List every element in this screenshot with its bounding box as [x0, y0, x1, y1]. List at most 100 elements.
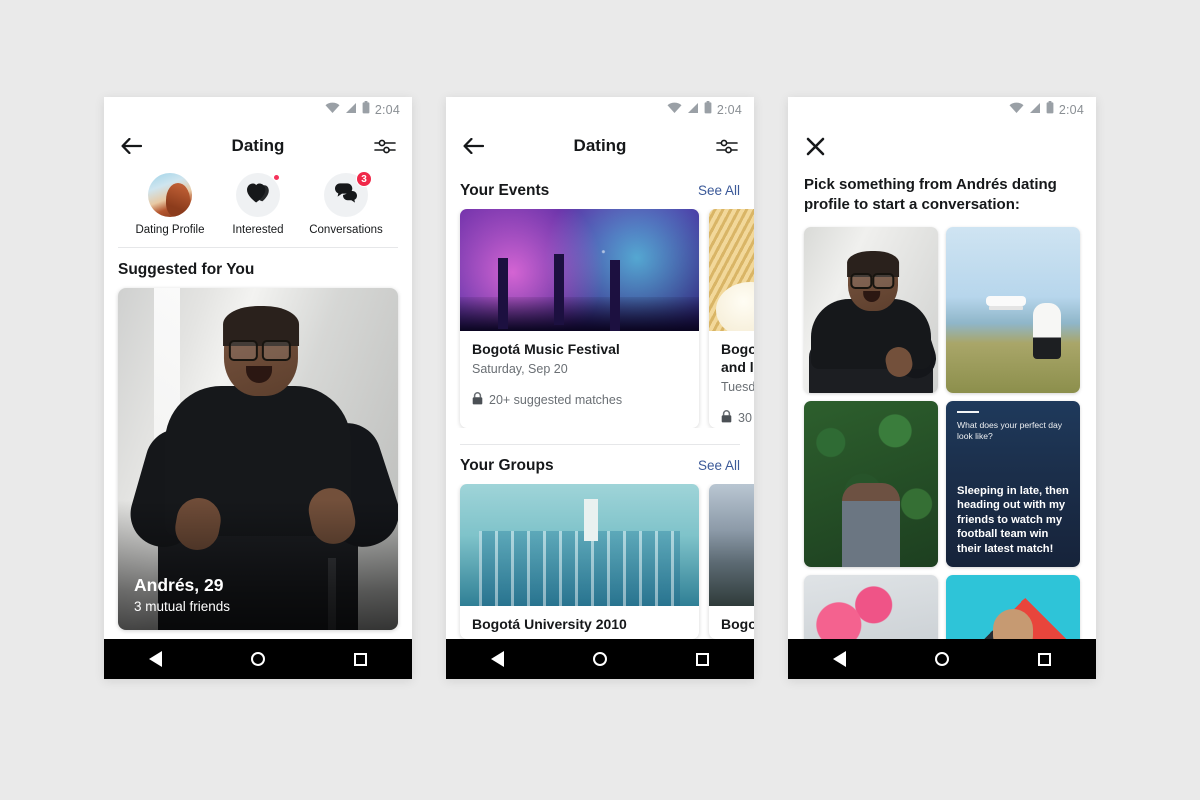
university-building-photo	[460, 484, 699, 607]
event-matches-row: 20+ suggested matches	[472, 392, 687, 408]
status-bar: 2:04	[104, 97, 412, 123]
groups-carousel[interactable]: Bogotá University 2010 Bogo	[446, 484, 754, 639]
tile-green-foliage-wall-photo[interactable]	[804, 400, 938, 567]
groups-see-all-link[interactable]: See All	[698, 458, 740, 473]
photo-glasses	[850, 272, 895, 289]
profile-photo-avatar	[148, 173, 192, 217]
mutual-friends-text: 3 mutual friends	[134, 598, 231, 614]
event-card-body: Bogotá Music Festival Saturday, Sep 20 2…	[460, 331, 699, 420]
lake-landscape-photo	[709, 484, 754, 607]
close-x-icon[interactable]	[802, 133, 828, 159]
fries-food-photo	[709, 209, 754, 331]
battery-icon	[704, 101, 712, 119]
group-card[interactable]: Bogo	[709, 484, 754, 639]
event-date: Tuesd	[721, 380, 754, 394]
shortcut-conversations[interactable]: 3 Conversations	[302, 171, 390, 237]
events-see-all-link[interactable]: See All	[698, 183, 740, 198]
screenshot-stage: 2:04 Dating Dating Profile Interested 3 …	[0, 0, 1200, 800]
conversations-count-badge: 3	[356, 171, 372, 187]
nav-recents-button[interactable]	[341, 639, 381, 679]
group-title: Bogotá University 2010	[472, 616, 627, 633]
battery-icon	[1046, 101, 1054, 119]
recents-square-icon	[1038, 652, 1052, 666]
event-card-body: Bogotá food and lake p Tuesd 30	[709, 331, 754, 428]
recents-square-icon	[696, 652, 710, 666]
status-bar-time: 2:04	[716, 103, 742, 117]
signal-icon	[345, 101, 357, 119]
tile-mural-wall-portrait-photo[interactable]	[946, 574, 1080, 639]
signal-icon	[1029, 101, 1041, 119]
back-triangle-icon	[490, 651, 504, 667]
question-prompt-text: What does your perfect day look like?	[957, 420, 1063, 442]
nav-home-button[interactable]	[922, 639, 962, 679]
phone-2-content: Your Events See All Bogotá Music Festiva…	[446, 169, 754, 639]
app-header: Dating	[446, 123, 754, 169]
event-matches-row: 30	[721, 410, 754, 426]
tile-pink-flowers-photo[interactable]	[804, 574, 938, 639]
nav-back-button[interactable]	[819, 639, 859, 679]
card-meta: Andrés, 29 3 mutual friends	[134, 575, 230, 614]
profile-name-age: Andrés, 29	[134, 574, 224, 595]
event-title: Bogotá food and lake p	[721, 341, 754, 375]
status-bar-time: 2:04	[1058, 103, 1084, 117]
events-carousel[interactable]: Bogotá Music Festival Saturday, Sep 20 2…	[446, 209, 754, 428]
android-nav-bar	[104, 639, 412, 679]
tile-portrait-on-stool-photo[interactable]	[804, 226, 938, 393]
lock-icon	[472, 392, 483, 408]
sliders-icon[interactable]	[372, 133, 398, 159]
status-bar: 2:04	[446, 97, 754, 123]
status-bar-time: 2:04	[374, 103, 400, 117]
chat-bubbles-icon	[334, 182, 358, 208]
question-answer-text: Sleeping in late, then heading out with …	[957, 484, 1069, 556]
event-date: Saturday, Sep 20	[472, 361, 568, 376]
android-nav-bar	[446, 639, 754, 679]
interested-dot-badge	[273, 174, 280, 181]
interested-icon-wrap	[236, 173, 280, 217]
page-title: Dating	[573, 136, 627, 155]
recents-square-icon	[354, 652, 368, 666]
group-card-body: Bogotá University 2010	[460, 606, 699, 639]
tile-drone-flying-photo[interactable]	[946, 226, 1080, 393]
nav-back-button[interactable]	[135, 639, 175, 679]
sliders-icon[interactable]	[714, 133, 740, 159]
photo-glasses	[228, 339, 291, 361]
section-title: Your Groups	[460, 457, 554, 475]
shortcut-interested[interactable]: Interested	[214, 173, 302, 237]
event-card[interactable]: Bogotá Music Festival Saturday, Sep 20 2…	[460, 209, 699, 428]
event-card[interactable]: Bogotá food and lake p Tuesd 30	[709, 209, 754, 428]
signal-icon	[687, 101, 699, 119]
profile-tiles-grid: What does your perfect day look like? Sl…	[788, 226, 1096, 639]
shortcuts-row: Dating Profile Interested 3 Conversation…	[118, 169, 398, 248]
back-triangle-icon	[148, 651, 162, 667]
phone-3-pick-conversation-starter: 2:04 Pick something from Andrés dating p…	[788, 97, 1096, 679]
home-circle-icon	[592, 652, 607, 666]
section-title: Suggested for You	[118, 260, 255, 278]
events-section-header: Your Events See All	[446, 169, 754, 209]
back-arrow-icon[interactable]	[118, 133, 144, 159]
nav-back-button[interactable]	[477, 639, 517, 679]
app-header	[788, 123, 1096, 169]
group-title: Bogo	[721, 616, 754, 633]
heart-icon	[246, 182, 270, 209]
wifi-icon	[1009, 101, 1024, 119]
home-circle-icon	[934, 652, 949, 666]
group-card-body: Bogo	[709, 606, 754, 639]
battery-icon	[362, 101, 370, 119]
event-matches-text: 20+ suggested matches	[489, 392, 623, 407]
android-nav-bar	[788, 639, 1096, 679]
shortcut-label: Conversations	[309, 224, 383, 236]
group-card[interactable]: Bogotá University 2010	[460, 484, 699, 639]
back-arrow-icon[interactable]	[460, 133, 486, 159]
nav-recents-button[interactable]	[1025, 639, 1065, 679]
nav-recents-button[interactable]	[683, 639, 723, 679]
status-bar: 2:04	[788, 97, 1096, 123]
shortcut-label: Interested	[232, 224, 284, 236]
tile-question-answer-card[interactable]: What does your perfect day look like? Sl…	[946, 400, 1080, 567]
nav-home-button[interactable]	[580, 639, 620, 679]
phone-3-content: Pick something from Andrés dating profil…	[788, 169, 1096, 639]
nav-home-button[interactable]	[238, 639, 278, 679]
suggested-section-header: Suggested for You	[104, 248, 412, 288]
shortcut-dating-profile[interactable]: Dating Profile	[126, 173, 214, 237]
suggested-profile-card[interactable]: Andrés, 29 3 mutual friends	[118, 287, 398, 630]
event-title: Bogotá Music Festival	[472, 341, 620, 357]
